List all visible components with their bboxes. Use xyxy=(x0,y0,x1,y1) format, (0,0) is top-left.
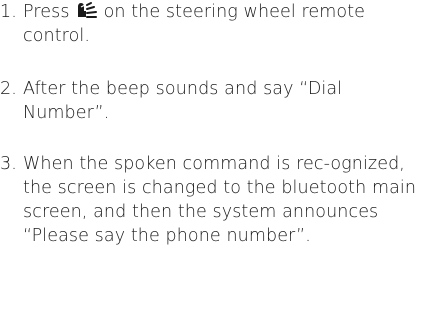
step-3: 3. When the spoken command is rec-ognize… xyxy=(0,152,423,248)
step-2: 2. After the beep sounds and say “Dial N… xyxy=(0,77,423,125)
step-text: When the spoken command is rec-ognized, … xyxy=(23,154,417,246)
step-text-after-icon: on the steering wheel remote control. xyxy=(23,2,366,46)
voice-recognition-icon xyxy=(77,2,97,18)
step-number: 2. xyxy=(0,79,17,99)
step-number: 1. xyxy=(0,2,17,22)
step-text: Press on the steering wheel remote contr… xyxy=(0,0,423,48)
step-text: After the beep sounds and say “Dial Numb… xyxy=(23,79,343,123)
step-1: 1. Press on the steering wheel remote co… xyxy=(0,0,423,48)
step-number: 3. xyxy=(0,154,17,174)
step-text-before-icon: Press xyxy=(23,2,70,22)
